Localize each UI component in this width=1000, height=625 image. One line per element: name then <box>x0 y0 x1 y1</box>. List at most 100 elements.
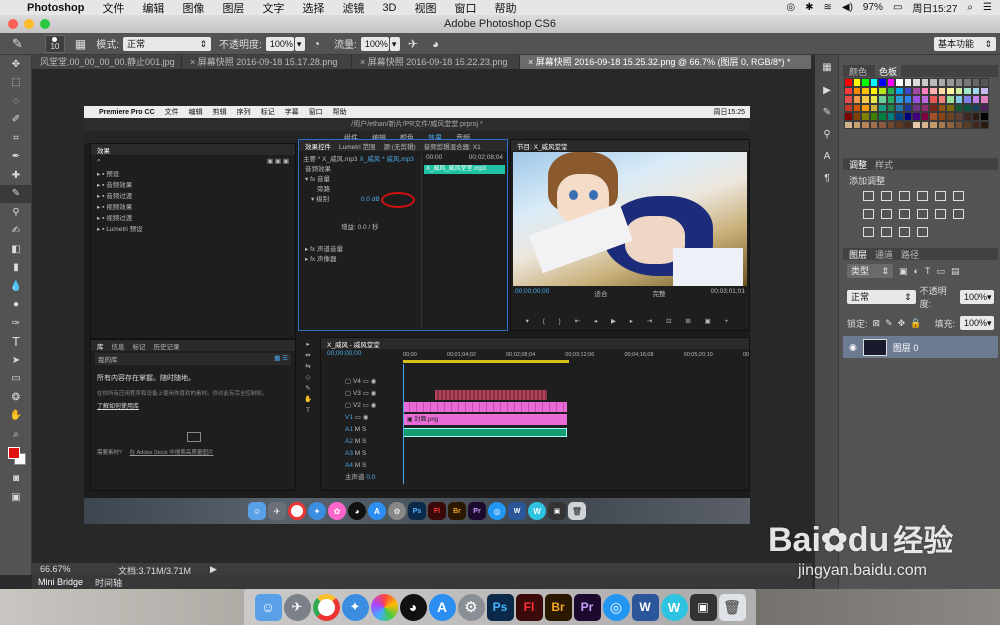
color-swatch[interactable] <box>886 120 895 129</box>
close-icon[interactable]: × <box>360 57 368 67</box>
dock-word-icon[interactable]: W <box>631 593 659 621</box>
layer-kind-select[interactable]: 类型 ⇕ <box>847 264 893 278</box>
shape-tool-icon[interactable]: ▭ <box>0 370 32 389</box>
color-swatch[interactable] <box>878 78 887 87</box>
dock-photoshop-icon[interactable]: Ps <box>486 593 514 621</box>
flow-dropdown[interactable]: ▾ <box>389 36 400 51</box>
close-icon[interactable]: × <box>190 57 198 67</box>
lock-position-icon[interactable]: ✥ <box>898 318 906 329</box>
eraser-tool-icon[interactable]: ◧ <box>0 240 32 259</box>
color-swatch[interactable] <box>861 103 870 112</box>
color-swatch[interactable] <box>844 95 853 104</box>
color-swatches[interactable] <box>0 444 32 470</box>
dock-wunderlist-icon[interactable]: W <box>660 593 688 621</box>
color-swatch[interactable] <box>920 78 929 87</box>
color-swatch[interactable] <box>980 78 989 87</box>
menu-layer[interactable]: 图层 <box>213 0 253 16</box>
invert-icon[interactable] <box>953 209 964 219</box>
color-swatch[interactable] <box>869 103 878 112</box>
menu-type[interactable]: 文字 <box>253 0 293 16</box>
posterize-icon[interactable] <box>863 227 874 237</box>
menu-image[interactable]: 图像 <box>173 0 213 16</box>
color-swatch[interactable] <box>895 112 904 121</box>
dock-chrome-icon[interactable] <box>312 593 340 621</box>
color-swatch[interactable] <box>912 120 921 129</box>
color-swatch[interactable] <box>895 103 904 112</box>
color-swatch[interactable] <box>852 112 861 121</box>
stamp-tool-icon[interactable]: ⚲ <box>0 203 32 222</box>
close-icon[interactable]: × <box>528 57 536 67</box>
minimize-window-button[interactable] <box>24 19 34 29</box>
dodge-tool-icon[interactable]: ● <box>0 296 32 315</box>
color-swatch[interactable] <box>954 103 963 112</box>
color-swatch[interactable] <box>844 78 853 87</box>
color-swatch[interactable] <box>852 95 861 104</box>
color-swatch[interactable] <box>895 95 904 104</box>
eyedropper-tool-icon[interactable]: ✒ <box>0 148 32 167</box>
color-swatch[interactable] <box>954 112 963 121</box>
photo-filter-icon[interactable] <box>899 209 910 219</box>
color-swatch[interactable] <box>980 112 989 121</box>
color-swatch[interactable] <box>963 95 972 104</box>
menu-select[interactable]: 选择 <box>293 0 333 16</box>
layer-opacity-input[interactable]: 100% ▾ <box>960 290 994 304</box>
color-swatch[interactable] <box>869 95 878 104</box>
color-swatch[interactable] <box>844 86 853 95</box>
color-swatch[interactable] <box>954 86 963 95</box>
lock-transparency-icon[interactable]: ⊠ <box>873 318 881 329</box>
clone-panel-icon[interactable]: ⚲ <box>815 123 839 145</box>
menu-window[interactable]: 窗口 <box>446 0 486 16</box>
color-swatch[interactable] <box>937 86 946 95</box>
zoom-tool-icon[interactable]: ⌕ <box>0 425 32 444</box>
color-swatch[interactable] <box>912 103 921 112</box>
color-swatch[interactable] <box>878 120 887 129</box>
color-swatch[interactable] <box>937 103 946 112</box>
exposure-icon[interactable] <box>917 191 928 201</box>
dock-flash-icon[interactable]: Fl <box>515 593 543 621</box>
menu-3d[interactable]: 3D <box>373 2 405 14</box>
pressure-opacity-icon[interactable]: ◔ <box>313 37 320 51</box>
color-swatch[interactable] <box>946 78 955 87</box>
color-swatch[interactable] <box>929 103 938 112</box>
tab-adjustments[interactable]: 调整 <box>849 158 867 171</box>
quick-select-tool-icon[interactable]: ✐ <box>0 111 32 130</box>
color-swatch[interactable] <box>861 86 870 95</box>
selective-color-icon[interactable] <box>917 227 928 237</box>
marquee-tool-icon[interactable]: ⬚ <box>0 74 32 93</box>
color-swatch[interactable] <box>929 95 938 104</box>
close-window-button[interactable] <box>8 19 18 29</box>
fill-input[interactable]: 100% ▾ <box>960 316 994 330</box>
dock-safari-icon[interactable]: ✦ <box>341 593 369 621</box>
mode-select[interactable]: 正常 ⇕ <box>123 36 212 51</box>
tool-icon[interactable]: ✱ <box>805 2 813 13</box>
color-swatch[interactable] <box>963 78 972 87</box>
color-swatch[interactable] <box>929 120 938 129</box>
doc-tab-4[interactable]: × 屏幕快照 2016-09-18 15.25.32.png @ 66.7% (… <box>520 55 812 69</box>
status-menu-arrow[interactable]: ▶ <box>210 564 217 575</box>
dock-settings-icon[interactable]: ⚙ <box>457 593 485 621</box>
lasso-tool-icon[interactable]: ◌ <box>0 92 32 111</box>
dock-launchpad-icon[interactable]: ✈ <box>283 593 311 621</box>
threshold-icon[interactable] <box>881 227 892 237</box>
doc-tab-1[interactable]: 风堂堂.00_00_00_00.静止001.jpg <box>32 55 182 69</box>
color-swatch[interactable] <box>912 78 921 87</box>
color-swatch[interactable] <box>937 112 946 121</box>
battery-icon[interactable]: ▭ <box>893 2 902 13</box>
menu-edit[interactable]: 编辑 <box>133 0 173 16</box>
history-panel-icon[interactable]: ▦ <box>815 55 839 79</box>
layer-name[interactable]: 图层 0 <box>893 341 919 354</box>
document-canvas[interactable]: Premiere Pro CC 文件 编辑 剪辑 序列 标记 字幕 窗口 帮助 … <box>84 106 750 524</box>
color-swatch[interactable] <box>954 78 963 87</box>
hue-icon[interactable] <box>953 191 964 201</box>
color-swatch[interactable] <box>903 112 912 121</box>
color-swatch[interactable] <box>971 120 980 129</box>
crop-tool-icon[interactable]: ⌗ <box>0 129 32 148</box>
menu-file[interactable]: 文件 <box>93 0 133 16</box>
curves-icon[interactable] <box>899 191 910 201</box>
color-swatch[interactable] <box>946 112 955 121</box>
menu-filter[interactable]: 滤镜 <box>333 0 373 16</box>
black-white-icon[interactable] <box>881 209 892 219</box>
tab-color[interactable]: 颜色 <box>849 65 867 78</box>
color-lookup-icon[interactable] <box>935 209 946 219</box>
color-swatch[interactable] <box>886 78 895 87</box>
